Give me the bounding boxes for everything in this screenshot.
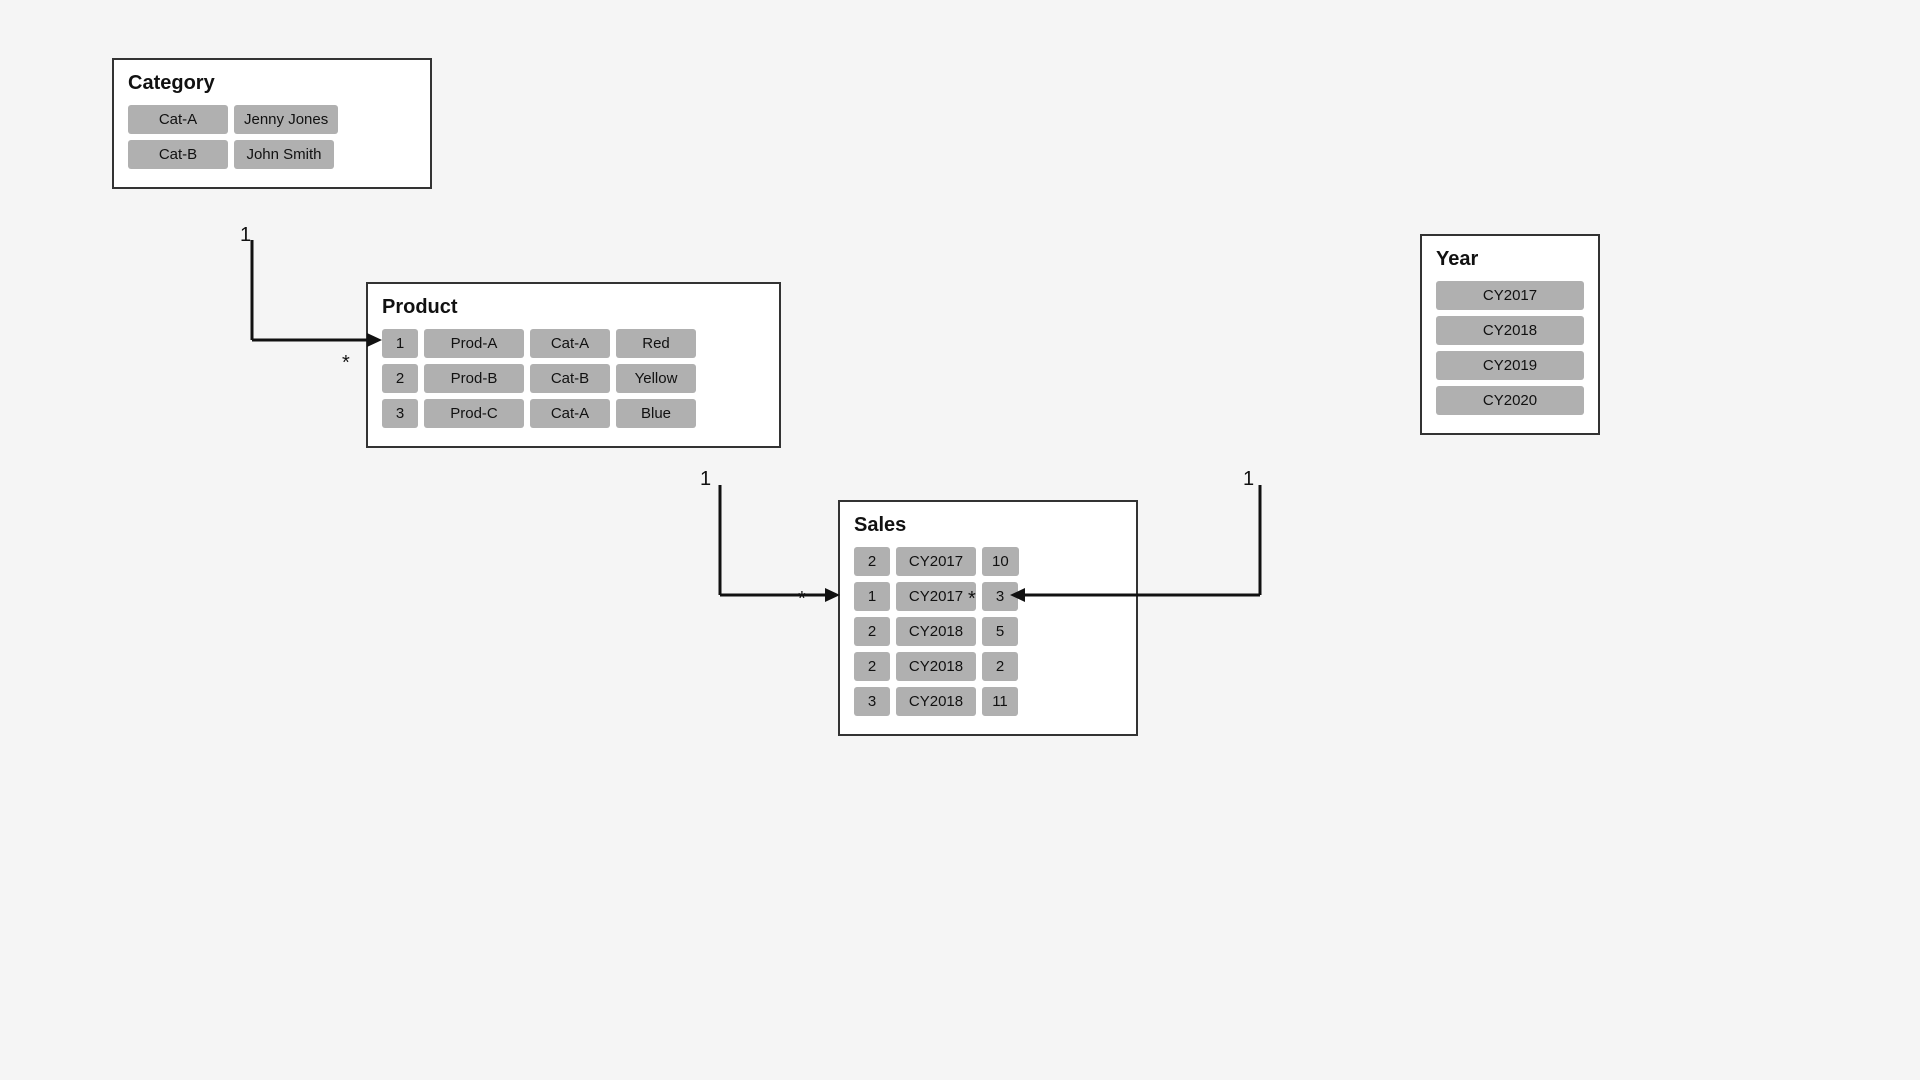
product-sales-arrow <box>570 485 860 630</box>
sales-row-5: 3 CY2018 11 <box>854 687 1122 716</box>
sales-pid-2c: 2 <box>854 652 890 681</box>
product-color-yellow: Yellow <box>616 364 696 393</box>
product-id-3: 3 <box>382 399 418 428</box>
product-row-3: 3 Prod-C Cat-A Blue <box>382 399 765 428</box>
category-title: Category <box>128 72 416 95</box>
category-table: Category Cat-A Jenny Jones Cat-B John Sm… <box>112 58 432 189</box>
product-color-blue: Blue <box>616 399 696 428</box>
category-cell-jenny: Jenny Jones <box>234 105 338 134</box>
product-row-1: 1 Prod-A Cat-A Red <box>382 329 765 358</box>
year-row-2020: CY2020 <box>1436 386 1584 415</box>
sales-year-2018b: CY2018 <box>896 652 976 681</box>
year-cy2018: CY2018 <box>1436 316 1584 345</box>
sales-val-11: 11 <box>982 687 1018 716</box>
category-cell-john: John Smith <box>234 140 334 169</box>
year-row-2018: CY2018 <box>1436 316 1584 345</box>
sales-year-2017a: CY2017 <box>896 547 976 576</box>
year-cy2019: CY2019 <box>1436 351 1584 380</box>
sales-row-4: 2 CY2018 2 <box>854 652 1122 681</box>
sales-year-2018a: CY2018 <box>896 617 976 646</box>
product-cat-b: Cat-B <box>530 364 610 393</box>
category-cell-cat-a: Cat-A <box>128 105 228 134</box>
product-sales-star-label: * <box>798 588 806 611</box>
year-cy2017: CY2017 <box>1436 281 1584 310</box>
product-title: Product <box>382 296 765 319</box>
year-title: Year <box>1436 248 1584 271</box>
year-sales-arrow <box>990 485 1280 630</box>
sales-val-2: 2 <box>982 652 1018 681</box>
product-cat-a2: Cat-A <box>530 399 610 428</box>
year-row-2019: CY2019 <box>1436 351 1584 380</box>
category-row-2: Cat-B John Smith <box>128 140 416 169</box>
product-table: Product 1 Prod-A Cat-A Red 2 Prod-B Cat-… <box>366 282 781 448</box>
year-cy2020: CY2020 <box>1436 386 1584 415</box>
sales-pid-3: 3 <box>854 687 890 716</box>
category-row-1: Cat-A Jenny Jones <box>128 105 416 134</box>
sales-year-2017b: CY2017 <box>896 582 976 611</box>
product-row-2: 2 Prod-B Cat-B Yellow <box>382 364 765 393</box>
product-cat-a: Cat-A <box>530 329 610 358</box>
cat-product-arrow <box>112 240 402 370</box>
product-name-b: Prod-B <box>424 364 524 393</box>
year-table: Year CY2017 CY2018 CY2019 CY2020 <box>1420 234 1600 435</box>
product-color-red: Red <box>616 329 696 358</box>
cat-product-star-label: * <box>342 352 350 375</box>
sales-year-2018c: CY2018 <box>896 687 976 716</box>
product-name-a: Prod-A <box>424 329 524 358</box>
category-cell-cat-b: Cat-B <box>128 140 228 169</box>
year-sales-star-label: * <box>968 588 976 611</box>
year-row-2017: CY2017 <box>1436 281 1584 310</box>
product-name-c: Prod-C <box>424 399 524 428</box>
